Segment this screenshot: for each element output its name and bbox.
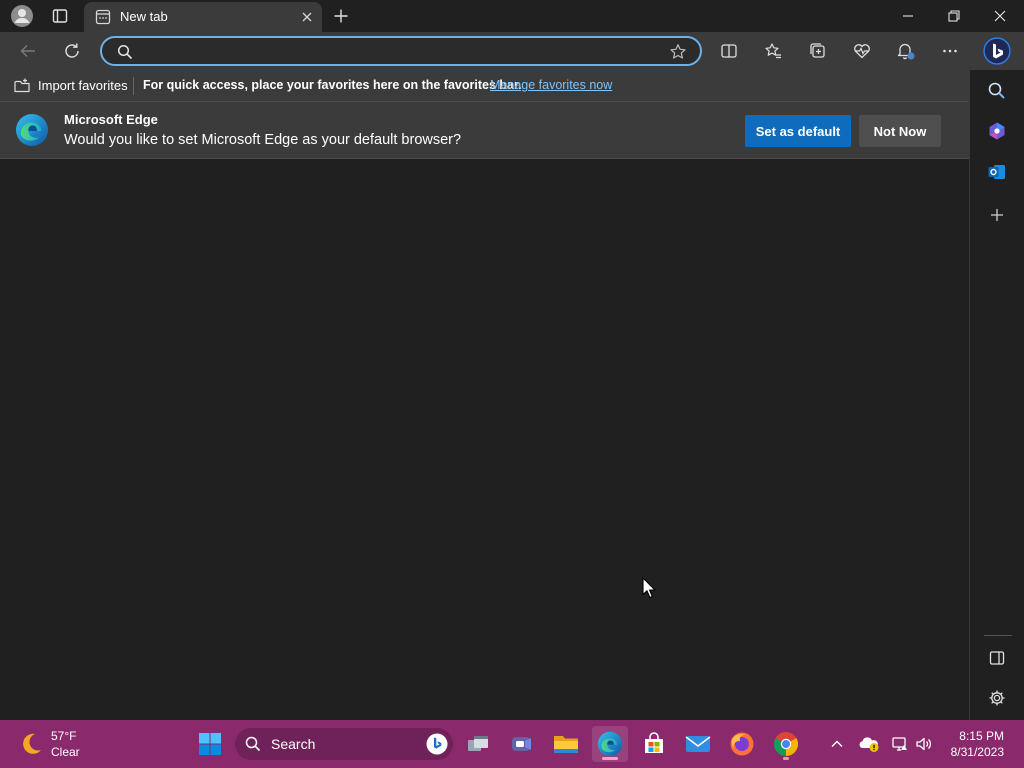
task-view-icon[interactable] — [460, 726, 496, 762]
running-indicator — [602, 757, 618, 760]
manage-favorites-link[interactable]: Manage favorites now — [490, 78, 612, 92]
sidebar-search-icon[interactable] — [984, 78, 1010, 104]
default-browser-banner: Microsoft Edge Would you like to set Mic… — [0, 102, 970, 159]
windows-taskbar: 57°F Clear Search 8:15 PM 8/31/2023 — [0, 720, 1024, 768]
bing-copilot-icon[interactable] — [980, 34, 1014, 68]
teams-chat-icon[interactable] — [504, 726, 540, 762]
microsoft-store-icon[interactable] — [636, 726, 672, 762]
sidebar-settings-gear-icon[interactable] — [984, 685, 1010, 711]
close-tab-icon[interactable] — [298, 8, 316, 26]
add-favorite-star-icon[interactable] — [668, 42, 688, 62]
import-folder-icon[interactable] — [12, 76, 32, 96]
restore-icon[interactable] — [938, 4, 970, 28]
taskbar-search-box[interactable]: Search — [235, 728, 453, 760]
address-input[interactable] — [142, 42, 662, 62]
edge-sidebar — [969, 70, 1024, 720]
sidebar-add-icon[interactable] — [984, 202, 1010, 228]
microsoft-edge-logo-icon — [14, 112, 50, 148]
network-icon[interactable] — [888, 732, 912, 756]
volume-speaker-icon[interactable] — [912, 732, 936, 756]
bing-icon — [425, 732, 449, 756]
onedrive-warning-icon[interactable] — [857, 732, 881, 756]
sidebar-copilot-icon[interactable] — [984, 118, 1010, 144]
page-content — [0, 160, 969, 720]
hide-sidebar-icon[interactable] — [984, 645, 1010, 671]
more-options-icon[interactable] — [935, 38, 965, 64]
taskbar-search-label: Search — [271, 736, 316, 752]
show-hidden-icons-chevron-icon[interactable] — [826, 732, 848, 756]
refresh-icon[interactable] — [58, 38, 86, 64]
tab-actions-menu-icon[interactable] — [46, 3, 74, 29]
windows-start-icon[interactable] — [194, 728, 226, 760]
sidebar-outlook-icon[interactable] — [984, 159, 1010, 185]
running-indicator — [783, 757, 789, 760]
favorites-bar-message: For quick access, place your favorites h… — [143, 78, 522, 92]
close-window-icon[interactable] — [984, 4, 1016, 28]
new-tab-page-icon — [94, 8, 112, 26]
file-explorer-icon[interactable] — [548, 726, 584, 762]
tab-new-tab[interactable]: New tab — [84, 2, 322, 32]
firefox-icon[interactable] — [724, 726, 760, 762]
notifications-bell-icon[interactable] — [891, 38, 921, 64]
navigation-toolbar — [0, 32, 1024, 70]
edge-taskbar-icon[interactable] — [592, 726, 628, 762]
title-bar: New tab — [0, 0, 1024, 32]
mail-icon[interactable] — [680, 726, 716, 762]
weather-condition[interactable]: Clear — [51, 745, 80, 759]
split-screen-icon[interactable] — [714, 38, 744, 64]
tab-title: New tab — [120, 9, 168, 24]
search-icon — [244, 735, 262, 753]
profile-avatar-icon[interactable] — [8, 3, 36, 29]
performance-heartbeat-icon[interactable] — [847, 38, 877, 64]
banner-title: Microsoft Edge — [64, 112, 158, 127]
clock-date[interactable]: 8/31/2023 — [940, 745, 1016, 759]
clock-time[interactable]: 8:15 PM — [940, 729, 1016, 743]
weather-moon-icon[interactable] — [16, 729, 46, 759]
not-now-button[interactable]: Not Now — [859, 115, 941, 147]
favorites-star-icon[interactable] — [758, 38, 788, 64]
weather-temperature[interactable]: 57°F — [51, 729, 76, 743]
address-bar[interactable] — [100, 36, 702, 66]
sidebar-divider — [984, 635, 1012, 636]
new-tab-plus-icon[interactable] — [330, 3, 352, 29]
favorites-bar-divider — [133, 77, 134, 95]
banner-message: Would you like to set Microsoft Edge as … — [64, 132, 462, 148]
mouse-cursor-icon — [642, 577, 656, 599]
import-favorites-button[interactable]: Import favorites — [38, 78, 128, 93]
search-icon — [116, 43, 134, 61]
collections-icon[interactable] — [803, 38, 833, 64]
minimize-icon[interactable] — [892, 4, 924, 28]
back-arrow-icon[interactable] — [14, 38, 42, 64]
chrome-icon[interactable] — [768, 726, 804, 762]
favorites-bar: Import favorites For quick access, place… — [0, 70, 970, 102]
set-as-default-button[interactable]: Set as default — [745, 115, 851, 147]
